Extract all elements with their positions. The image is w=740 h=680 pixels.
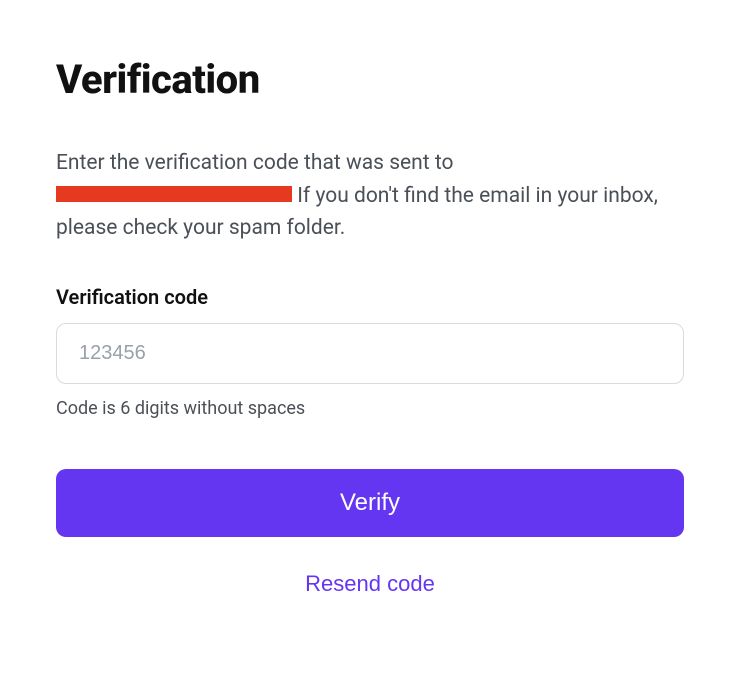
code-label: Verification code bbox=[56, 285, 684, 309]
instructions-text: Enter the verification code that was sen… bbox=[56, 147, 684, 245]
redacted-email bbox=[56, 186, 292, 202]
verify-button[interactable]: Verify bbox=[56, 469, 684, 537]
verification-code-input[interactable] bbox=[56, 323, 684, 384]
instructions-prefix: Enter the verification code that was sen… bbox=[56, 151, 454, 175]
page-title: Verification bbox=[56, 56, 684, 103]
resend-code-button[interactable]: Resend code bbox=[56, 565, 684, 603]
code-hint: Code is 6 digits without spaces bbox=[56, 398, 684, 419]
